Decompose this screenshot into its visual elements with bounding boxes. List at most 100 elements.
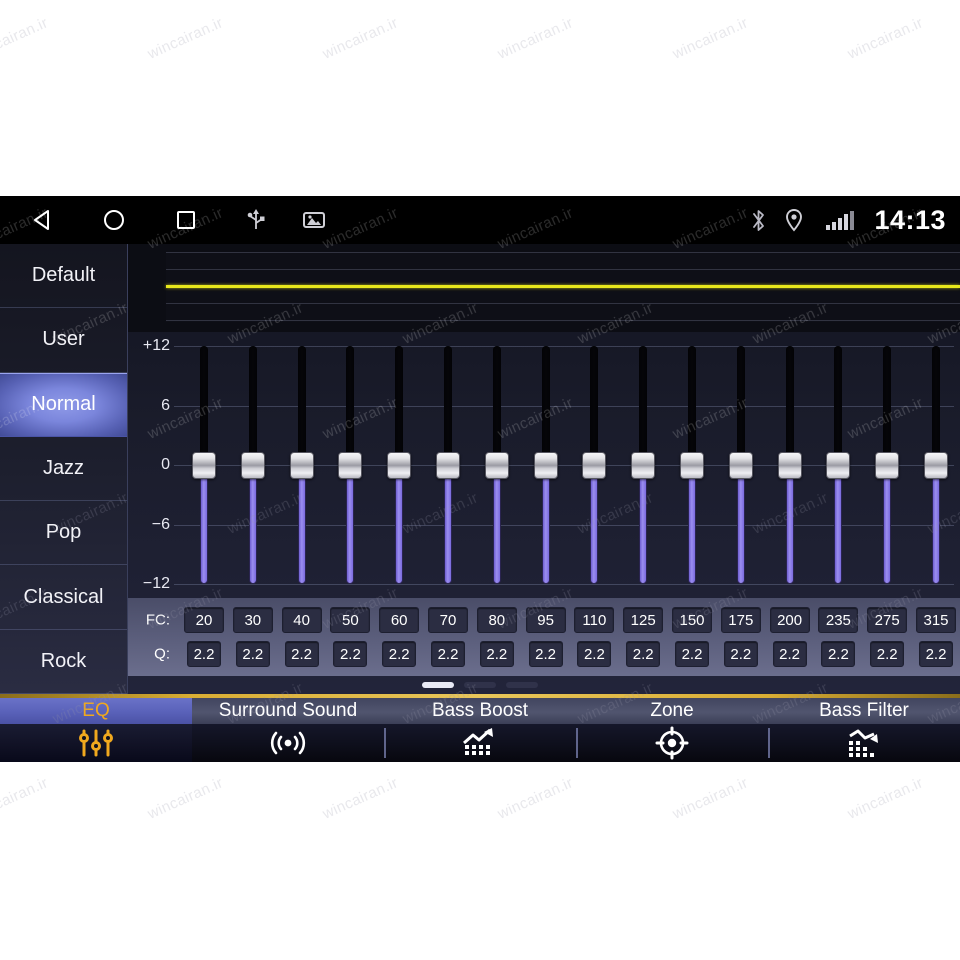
q-value-cell[interactable]: 2.2 — [479, 641, 514, 667]
home-circle-icon[interactable] — [86, 196, 142, 244]
sidebar-item-classical[interactable]: Classical — [0, 565, 127, 630]
eq-band-slider[interactable] — [572, 332, 616, 598]
sidebar-item-jazz[interactable]: Jazz — [0, 437, 127, 502]
fc-value-cell[interactable]: 95 — [525, 607, 566, 633]
eq-band-slider[interactable] — [280, 332, 324, 598]
eq-band-slider[interactable] — [426, 332, 470, 598]
slider-thumb[interactable] — [924, 452, 948, 479]
slider-thumb[interactable] — [631, 452, 656, 479]
sidebar-item-default[interactable]: Default — [0, 244, 127, 309]
preset-sidebar[interactable]: Default User Normal Jazz Pop Classical Rock — [0, 244, 128, 695]
q-value-cell[interactable]: 2.2 — [187, 641, 221, 667]
bass-boost-rising-icon[interactable] — [384, 724, 576, 762]
q-value-cell[interactable]: 2.2 — [382, 641, 417, 667]
eq-band-slider[interactable] — [182, 332, 226, 598]
eq-band-slider[interactable] — [475, 332, 519, 598]
eq-band-slider[interactable] — [865, 332, 909, 598]
q-value-cell[interactable]: 2.2 — [284, 641, 319, 667]
slider-thumb[interactable] — [436, 452, 460, 479]
back-triangle-icon[interactable] — [16, 196, 72, 244]
fc-value-cell[interactable]: 30 — [232, 607, 273, 633]
fc-value-cell[interactable]: 20 — [184, 607, 224, 633]
eq-axis-label: 6 — [161, 396, 170, 414]
page-indicator[interactable] — [0, 676, 960, 694]
eq-band-slider[interactable] — [719, 332, 763, 598]
eq-band-slider[interactable] — [328, 332, 372, 598]
page-dot[interactable] — [422, 682, 454, 688]
slider-thumb[interactable] — [533, 452, 558, 479]
slider-thumb[interactable] — [338, 452, 363, 479]
tab-zone[interactable]: Zone — [576, 698, 768, 762]
eq-page: Default User Normal Jazz Pop Classical Rock +1… — [0, 244, 960, 695]
sidebar-item-label: User — [42, 328, 85, 351]
q-value-cell[interactable]: 2.2 — [821, 641, 856, 667]
slider-thumb[interactable] — [680, 452, 704, 479]
slider-thumb[interactable] — [387, 452, 412, 479]
slider-thumb[interactable] — [289, 452, 314, 479]
fc-value-cell[interactable]: 275 — [867, 607, 908, 633]
eq-slider-bank[interactable]: +12 6 0 −6 −12 — [128, 332, 960, 598]
page-dot[interactable] — [506, 682, 538, 688]
usb-icon[interactable] — [228, 196, 284, 244]
slider-thumb[interactable] — [728, 452, 753, 479]
sidebar-item-pop[interactable]: Pop — [0, 501, 127, 566]
q-value-cell[interactable]: 2.2 — [675, 641, 709, 667]
eq-band-slider[interactable] — [231, 332, 275, 598]
q-value-cell[interactable]: 2.2 — [577, 641, 612, 667]
eq-band-slider[interactable] — [621, 332, 665, 598]
bass-filter-falling-icon[interactable] — [768, 724, 960, 762]
fc-value-cell[interactable]: 70 — [428, 607, 468, 633]
eq-band-slider[interactable] — [524, 332, 568, 598]
q-value-cell[interactable]: 2.2 — [919, 641, 953, 667]
eq-sliders-icon[interactable] — [0, 724, 192, 762]
q-value-cell[interactable]: 2.2 — [528, 641, 563, 667]
fc-value-cell[interactable]: 235 — [818, 607, 859, 633]
slider-thumb[interactable] — [192, 452, 216, 479]
zone-target-icon[interactable] — [576, 724, 768, 762]
fc-value-cell[interactable]: 40 — [281, 607, 322, 633]
q-value-cell[interactable]: 2.2 — [431, 641, 465, 667]
tab-bass-boost[interactable]: Bass Boost — [384, 698, 576, 762]
recents-square-icon[interactable] — [158, 196, 214, 244]
slider-thumb[interactable] — [875, 452, 900, 479]
eq-band-slider[interactable] — [914, 332, 958, 598]
fc-value-cell[interactable]: 50 — [330, 607, 371, 633]
q-value-cell[interactable]: 2.2 — [626, 641, 661, 667]
sidebar-item-normal[interactable]: Normal — [0, 372, 127, 437]
q-value-cell[interactable]: 2.2 — [870, 641, 905, 667]
bottom-tab-bar[interactable]: EQ Surround Sound Bass Boost Zone Bass Filte… — [0, 694, 960, 762]
fc-q-rows[interactable]: FC: 20 30 40 50 60 70 80 95 110 125 150 175 200 235 275… — [128, 598, 960, 676]
slider-thumb[interactable] — [582, 452, 607, 479]
fc-value-cell[interactable]: 175 — [720, 607, 761, 633]
fc-value-cell[interactable]: 80 — [476, 607, 517, 633]
slider-thumb[interactable] — [777, 452, 802, 479]
eq-band-slider[interactable] — [768, 332, 812, 598]
tab-surround-sound[interactable]: Surround Sound — [192, 698, 384, 762]
q-value-cell[interactable]: 2.2 — [333, 641, 368, 667]
q-value-cell[interactable]: 2.2 — [723, 641, 758, 667]
tab-bass-filter[interactable]: Bass Filter — [768, 698, 960, 762]
q-value-cell[interactable]: 2.2 — [235, 641, 270, 667]
fc-value-cell[interactable]: 150 — [672, 607, 712, 633]
eq-band-slider[interactable] — [670, 332, 714, 598]
slider-thumb[interactable] — [826, 452, 851, 479]
tab-label: Bass Boost — [384, 698, 576, 724]
fc-value-cell[interactable]: 125 — [623, 607, 664, 633]
eq-band-slider[interactable] — [377, 332, 421, 598]
page-dot[interactable] — [464, 682, 496, 688]
fc-value-cell[interactable]: 315 — [916, 607, 956, 633]
surround-waves-icon[interactable] — [192, 724, 384, 762]
fc-value-cell[interactable]: 60 — [379, 607, 420, 633]
status-clock: 14:13 — [874, 204, 946, 235]
q-value-cell[interactable]: 2.2 — [772, 641, 807, 667]
watermark: wincairan.ir — [145, 14, 226, 63]
slider-thumb[interactable] — [240, 452, 265, 479]
fc-value-cell[interactable]: 200 — [769, 607, 810, 633]
sdcard-image-icon[interactable] — [286, 196, 342, 244]
sidebar-item-user[interactable]: User — [0, 308, 127, 373]
fc-value-cell[interactable]: 110 — [574, 607, 615, 633]
tab-eq[interactable]: EQ — [0, 698, 192, 762]
slider-thumb[interactable] — [484, 452, 509, 479]
sidebar-item-label: Normal — [31, 393, 96, 416]
eq-band-slider[interactable] — [816, 332, 860, 598]
